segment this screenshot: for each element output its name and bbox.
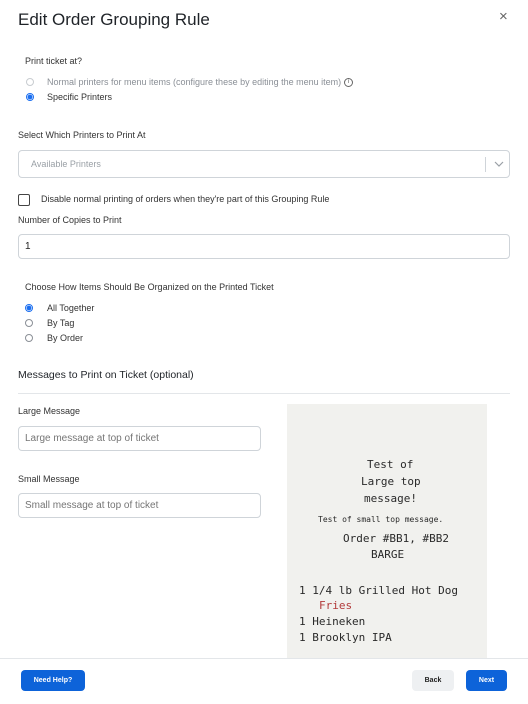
radio-option-by-order[interactable]: By Order: [25, 333, 83, 343]
close-icon[interactable]: ×: [499, 9, 508, 24]
radio-option-normal-printers[interactable]: Normal printers for menu items (configur…: [26, 77, 354, 87]
select-separator: [485, 157, 486, 172]
ticket-preview: Test of Large top message! Test of small…: [287, 404, 487, 658]
messages-section-title: Messages to Print on Ticket (optional): [18, 369, 194, 381]
radio-option-by-tag[interactable]: By Tag: [25, 318, 74, 328]
receipt-large-line-2: Large top: [361, 475, 421, 488]
back-button[interactable]: Back: [412, 670, 454, 691]
radio-all-together[interactable]: [25, 304, 33, 312]
radio-normal-printers-label: Normal printers for menu items (configur…: [47, 77, 342, 87]
large-message-label: Large Message: [18, 406, 81, 416]
receipt-large-line-1: Test of: [367, 458, 414, 471]
copies-label: Number of Copies to Print: [18, 215, 122, 225]
receipt-large-line-3: message!: [364, 492, 417, 505]
radio-specific-printers[interactable]: [26, 93, 34, 101]
printers-label: Select Which Printers to Print At: [18, 130, 146, 140]
radio-option-specific-printers[interactable]: Specific Printers: [26, 92, 112, 102]
receipt-order-line: Order #BB1, #BB2: [343, 532, 449, 545]
radio-by-order[interactable]: [25, 334, 33, 342]
chevron-down-icon[interactable]: [493, 159, 505, 169]
radio-by-tag[interactable]: [25, 319, 33, 327]
large-message-input[interactable]: [18, 426, 261, 451]
organize-label: Choose How Items Should Be Organized on …: [25, 282, 274, 292]
next-button[interactable]: Next: [466, 670, 507, 691]
receipt-location: BARGE: [371, 548, 405, 561]
print-at-label: Print ticket at?: [25, 56, 83, 66]
printers-placeholder: Available Printers: [31, 159, 101, 169]
disable-normal-checkbox[interactable]: [18, 194, 30, 206]
radio-all-together-label: All Together: [47, 303, 95, 313]
receipt-item-3: 1 Brooklyn IPA: [299, 631, 392, 644]
receipt-small-line: Test of small top message.: [318, 515, 444, 524]
radio-normal-printers[interactable]: [26, 78, 34, 86]
receipt-item-1: 1 1/4 lb Grilled Hot Dog: [299, 584, 458, 597]
printers-select[interactable]: Available Printers: [18, 150, 510, 178]
dialog-title: Edit Order Grouping Rule: [18, 10, 210, 29]
radio-by-tag-label: By Tag: [47, 318, 75, 328]
radio-option-all-together[interactable]: All Together: [25, 303, 94, 313]
small-message-input[interactable]: [18, 493, 261, 518]
dialog-footer: Need Help? Back Next: [0, 658, 528, 704]
need-help-button[interactable]: Need Help?: [21, 670, 85, 691]
copies-input[interactable]: 1: [18, 234, 510, 259]
info-icon[interactable]: i: [344, 77, 354, 87]
radio-by-order-label: By Order: [47, 333, 84, 343]
radio-specific-printers-label: Specific Printers: [47, 92, 113, 102]
disable-normal-label: Disable normal printing of orders when t…: [41, 194, 330, 204]
small-message-label: Small Message: [18, 474, 80, 484]
receipt-item-2: 1 Heineken: [299, 615, 366, 628]
receipt-item-modifier: Fries: [319, 599, 353, 612]
section-divider: [18, 393, 510, 394]
